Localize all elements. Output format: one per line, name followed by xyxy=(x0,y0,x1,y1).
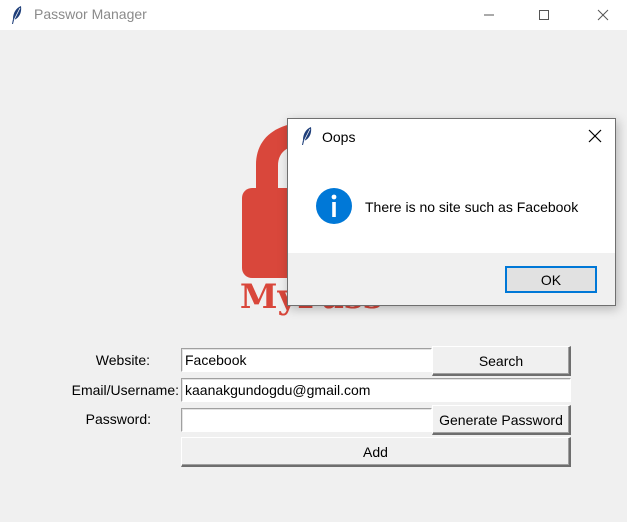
oops-dialog: Oops There is no site such as Facebook O… xyxy=(287,118,616,306)
close-button[interactable] xyxy=(580,0,626,30)
password-input[interactable] xyxy=(181,408,432,432)
minimize-icon xyxy=(484,14,494,16)
feather-icon xyxy=(10,5,24,30)
website-input[interactable]: Facebook xyxy=(181,348,432,372)
website-label: Website: xyxy=(95,352,150,368)
email-label: Email/Username: xyxy=(71,382,179,398)
ok-button[interactable]: OK xyxy=(505,266,597,293)
email-input[interactable]: kaanakgundogdu@gmail.com xyxy=(181,378,571,402)
generate-password-button[interactable]: Generate Password xyxy=(432,405,571,435)
info-icon xyxy=(315,187,353,230)
dialog-title: Oops xyxy=(322,129,356,145)
dialog-close-button[interactable] xyxy=(580,123,610,149)
close-icon xyxy=(597,9,609,21)
close-icon xyxy=(588,129,602,143)
add-button[interactable]: Add xyxy=(181,437,571,467)
password-label: Password: xyxy=(85,411,151,427)
maximize-icon xyxy=(539,10,549,20)
window-title: Passwor Manager xyxy=(34,6,147,22)
dialog-message: There is no site such as Facebook xyxy=(365,199,579,215)
window-titlebar[interactable]: Passwor Manager xyxy=(0,0,627,30)
maximize-button[interactable] xyxy=(521,0,567,30)
feather-icon xyxy=(300,126,314,151)
search-button[interactable]: Search xyxy=(432,346,571,376)
minimize-button[interactable] xyxy=(466,0,512,30)
